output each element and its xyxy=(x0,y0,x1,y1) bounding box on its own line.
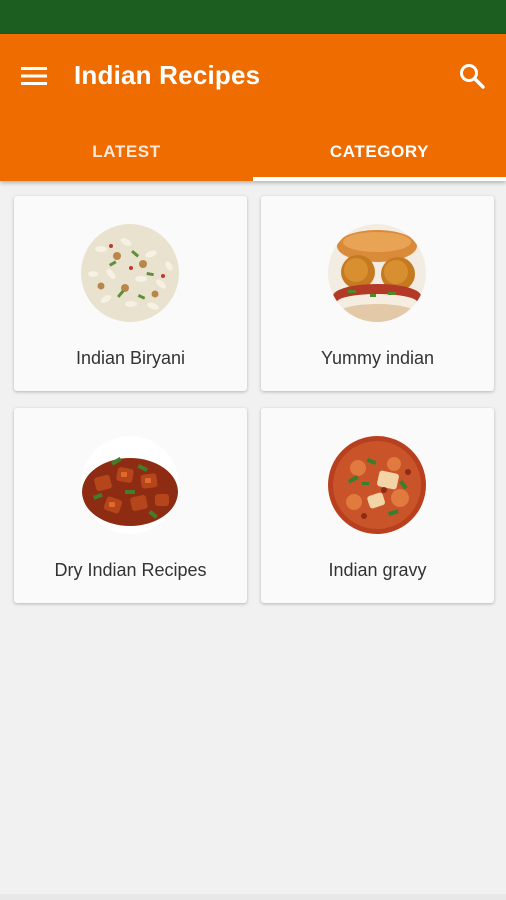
category-label: Indian Biryani xyxy=(75,348,186,368)
paneer-gravy-image xyxy=(328,436,426,534)
biryani-rice-image xyxy=(81,224,179,322)
app-title: Indian Recipes xyxy=(74,60,261,90)
app-bar: Indian Recipes LATEST CATEGORY xyxy=(0,34,506,181)
tab-latest-label: LATEST xyxy=(92,141,161,161)
tab-category[interactable]: CATEGORY xyxy=(253,122,506,181)
category-label: Indian gravy xyxy=(328,560,427,580)
menu-button[interactable] xyxy=(14,56,54,96)
search-icon xyxy=(460,64,485,89)
category-label: Yummy indian xyxy=(320,348,435,368)
category-grid: Indian Biryani Yummy indian Dry Indian R… xyxy=(14,196,494,603)
tab-latest[interactable]: LATEST xyxy=(0,122,253,181)
category-card-indian-gravy[interactable]: Indian gravy xyxy=(261,408,494,603)
search-button[interactable] xyxy=(452,56,492,96)
category-label: Dry Indian Recipes xyxy=(54,560,207,580)
status-bar xyxy=(0,0,506,34)
hamburger-menu-icon xyxy=(21,67,47,85)
chilli-paneer-dry-image xyxy=(81,436,179,534)
category-card-biryani[interactable]: Indian Biryani xyxy=(14,196,247,391)
tab-category-label: CATEGORY xyxy=(329,141,430,161)
tab-bar: LATEST CATEGORY xyxy=(0,122,506,181)
vada-pav-image xyxy=(328,224,426,322)
tab-selected-indicator xyxy=(253,177,506,181)
bottom-edge xyxy=(0,894,506,900)
category-card-yummy-indian[interactable]: Yummy indian xyxy=(261,196,494,391)
category-card-dry-indian-recipes[interactable]: Dry Indian Recipes xyxy=(14,408,247,603)
